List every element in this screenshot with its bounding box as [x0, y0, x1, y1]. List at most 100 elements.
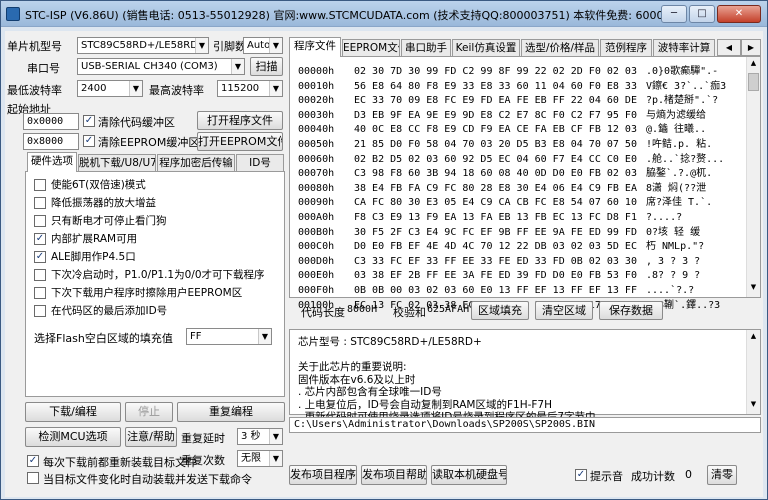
tab-serial-assistant[interactable]: 串口助手: [401, 39, 451, 57]
tab-baud-calc[interactable]: 波特率计算: [653, 39, 715, 57]
fill-value-select[interactable]: FF ▼: [186, 328, 272, 345]
serial-port-label: 串口号: [27, 62, 60, 75]
scroll-up-icon[interactable]: ▲: [748, 332, 759, 344]
publish-project-button[interactable]: 发布项目程序: [289, 465, 357, 485]
option-checkbox[interactable]: [34, 269, 46, 281]
hex-addr: 000D0h: [298, 255, 335, 267]
tab-keil-settings[interactable]: Keil仿真设置: [452, 39, 520, 57]
scroll-down-icon[interactable]: ▼: [748, 400, 759, 412]
option-label: 只有断电才可停止看门狗: [51, 215, 167, 227]
code-length-label: 代码长度: [301, 306, 345, 319]
repeat-count-select[interactable]: 无限 ▼: [237, 450, 283, 467]
read-disk-id-button[interactable]: 读取本机硬盘号: [431, 465, 507, 485]
option-checkbox[interactable]: [34, 305, 46, 317]
hex-bytes: 02 B2 D5 02 03 60 92 D5 EC 04 60 F7 E4 C…: [354, 153, 637, 165]
auto-send-checkbox[interactable]: [27, 472, 39, 484]
option-checkbox[interactable]: [34, 179, 46, 191]
tab-program-file[interactable]: 程序文件: [289, 37, 341, 57]
fill-value: FF: [190, 331, 202, 342]
hex-bytes: 56 E8 64 80 F8 E9 33 E8 33 60 11 04 60 F…: [354, 80, 637, 92]
option-label: ALE脚用作P4.5口: [51, 251, 136, 263]
min-baud-label: 最低波特率: [7, 84, 62, 97]
mcu-type-select[interactable]: STC89C58RD+/LE58RD+ ▼: [77, 37, 209, 54]
publish-help-button[interactable]: 发布项目帮助: [361, 465, 427, 485]
hex-addr: 00050h: [298, 138, 335, 150]
tab-offline-download[interactable]: 脱机下载/U8/U7: [78, 154, 156, 172]
option-label: 下次冷启动时，P1.0/P1.1为0/0才可下载程序: [51, 269, 265, 281]
option-checkbox[interactable]: ✓: [34, 251, 46, 263]
max-baud-value: 115200: [221, 83, 260, 94]
option-checkbox[interactable]: [34, 215, 46, 227]
hex-scrollbar[interactable]: ▲ ▼: [746, 57, 760, 297]
download-program-button[interactable]: 下载/编程: [25, 402, 121, 422]
min-baud-select[interactable]: 2400 ▼: [77, 80, 143, 97]
hex-addr: 00020h: [298, 95, 335, 107]
chip-info-text: 芯片型号 : STC89C58RD+/LE58RD+ 关于此芯片的重要说明: 固件…: [298, 336, 596, 424]
info-scrollbar[interactable]: ▲ ▼: [746, 330, 760, 414]
tab-scroll-right-icon[interactable]: ▶: [741, 39, 761, 56]
hex-editor-panel[interactable]: 00000h 02 30 7D 30 99 FD C2 99 8F 99 22 0…: [289, 56, 761, 311]
open-program-file-button[interactable]: 打开程序文件: [197, 111, 283, 130]
eeprom-address-input[interactable]: 0x8000: [23, 133, 79, 150]
file-path-field: C:\Users\Administrator\Downloads\SP200S\…: [289, 417, 761, 433]
hex-ascii: V鑔€ 3?`..`痂3: [646, 80, 727, 92]
notes-help-button[interactable]: 注意/帮助: [125, 427, 177, 447]
stop-button[interactable]: 停止: [125, 402, 173, 422]
chevron-down-icon: ▼: [231, 59, 244, 74]
chevron-down-icon: ▼: [195, 38, 208, 53]
hex-bytes: D3 EB 9F EA 9E E9 9D E8 C2 E7 8C F0 C2 F…: [354, 109, 637, 121]
minimize-button[interactable]: ─: [661, 5, 687, 23]
chevron-down-icon: ▼: [269, 429, 282, 444]
tab-encrypted-transfer[interactable]: 程序加密后传输: [157, 154, 235, 172]
hex-ascii: .8? ? 9 ?: [646, 270, 701, 282]
clear-code-buffer-checkbox[interactable]: ✓: [83, 115, 95, 127]
tab-examples[interactable]: 范例程序: [600, 39, 652, 57]
pin-count-select[interactable]: Auto ▼: [243, 37, 283, 54]
scroll-up-icon[interactable]: ▲: [748, 59, 759, 71]
mcu-type-value: STC89C58RD+/LE58RD+: [81, 40, 207, 51]
close-button[interactable]: ✕: [717, 5, 761, 23]
code-address-input[interactable]: 0x0000: [23, 113, 79, 130]
sound-checkbox[interactable]: ✓: [575, 469, 587, 481]
hex-addr: 000A0h: [298, 211, 335, 223]
option-checkbox[interactable]: ✓: [34, 233, 46, 245]
option-checkbox[interactable]: [34, 287, 46, 299]
hex-ascii: ?p.楮楚掰".`?: [646, 95, 719, 107]
hex-addr: 00090h: [298, 197, 335, 209]
check-mcu-options-button[interactable]: 检测MCU选项: [25, 427, 121, 447]
hex-ascii: , 3 ? 3 ?: [646, 255, 701, 267]
option-checkbox[interactable]: [34, 197, 46, 209]
hex-ascii: 席?泽佳 T.`.: [646, 197, 713, 209]
serial-port-select[interactable]: USB-SERIAL CH340 (COM3) ▼: [77, 58, 245, 75]
tab-id-number[interactable]: ID号: [236, 154, 284, 172]
hex-addr: 00070h: [298, 168, 335, 180]
clear-count-button[interactable]: 清零: [707, 465, 737, 485]
hex-ascii: 脇鏊`.?.@杌.: [646, 168, 713, 180]
hex-ascii: .舱..`捻?赘...: [646, 153, 725, 165]
clear-eeprom-buffer-checkbox[interactable]: ✓: [83, 135, 95, 147]
hex-addr: 00030h: [298, 109, 335, 121]
code-length-value: 8000H: [347, 304, 378, 315]
hex-ascii: @.鑡 往曦..: [646, 124, 707, 136]
option-label: 在代码区的最后添加ID号: [51, 305, 168, 317]
reload-before-download-checkbox[interactable]: ✓: [27, 455, 39, 467]
scroll-down-icon[interactable]: ▼: [748, 283, 759, 295]
repeat-delay-select[interactable]: 3 秒 ▼: [237, 428, 283, 445]
scan-button[interactable]: 扫描: [250, 57, 283, 76]
maximize-button[interactable]: □: [689, 5, 715, 23]
hex-ascii: ....`?.?: [646, 284, 695, 296]
scrollbar-thumb[interactable]: [748, 73, 759, 91]
hex-addr: 00000h: [298, 66, 335, 77]
max-baud-select[interactable]: 115200 ▼: [217, 80, 283, 97]
title-bar[interactable]: STC-ISP (V6.86U) (销售电话: 0513-55012928) 官…: [1, 1, 767, 27]
info-line: . 上电复位后，ID号会自动复制到RAM区域的F1H-F7H: [298, 398, 552, 411]
clear-area-button[interactable]: 清空区域: [535, 301, 593, 320]
tab-selection-price[interactable]: 选型/价格/样品: [521, 39, 599, 57]
repeat-program-button[interactable]: 重复编程: [177, 402, 285, 422]
tab-scroll-left-icon[interactable]: ◀: [717, 39, 741, 56]
tab-eeprom-file[interactable]: EEPROM文件: [342, 39, 400, 57]
fill-area-button[interactable]: 区域填充: [471, 301, 529, 320]
tab-hardware-options[interactable]: 硬件选项: [27, 152, 77, 172]
open-eeprom-file-button[interactable]: 打开EEPROM文件: [197, 132, 283, 151]
save-data-button[interactable]: 保存数据: [599, 301, 663, 320]
